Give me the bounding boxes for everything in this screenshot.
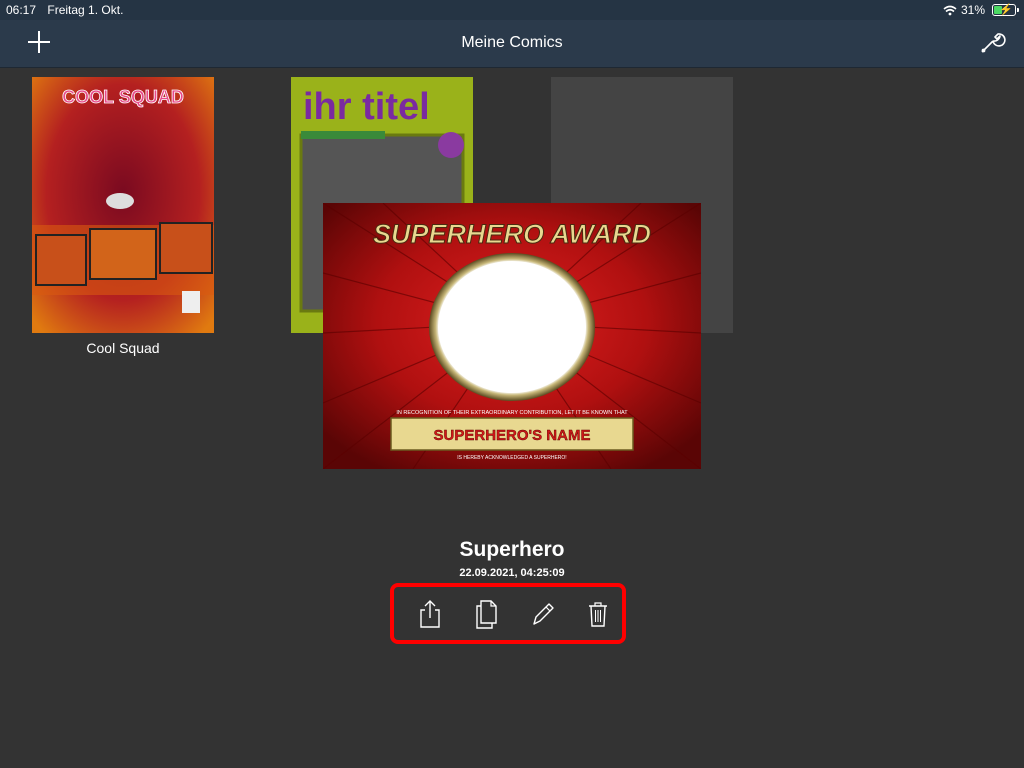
wifi-icon	[943, 5, 957, 15]
selected-comic-title: Superhero	[459, 538, 565, 561]
trash-icon[interactable]	[584, 599, 612, 629]
comic-label-cool-squad: Cool Squad	[86, 340, 160, 356]
page-title: Meine Comics	[461, 34, 563, 51]
selected-comic-preview[interactable]: SUPERHERO AWARD IN RECOGNITION OF THEIR …	[323, 203, 701, 469]
status-time: 06:17	[6, 3, 37, 17]
comic-thumbnail-cool-squad[interactable]: COOL SQUAD	[32, 77, 214, 333]
superhero-award-image: SUPERHERO AWARD IN RECOGNITION OF THEIR …	[323, 203, 701, 469]
navigation-bar: Meine Comics	[0, 20, 1024, 68]
comic-actions-toolbar	[390, 583, 626, 644]
selected-comic-timestamp: 22.09.2021, 04:25:09	[459, 567, 565, 579]
status-right: 31% ⚡	[943, 3, 1019, 17]
status-left: 06:17 Freitag 1. Okt.	[6, 3, 131, 17]
status-date: Freitag 1. Okt.	[47, 3, 124, 17]
battery-percent: 31%	[960, 3, 985, 17]
cool-squad-cover: COOL SQUAD	[32, 77, 214, 333]
award-footer-text: IS HEREBY ACKNOWLEDGED A SUPERHERO!	[457, 455, 566, 461]
battery-icon: ⚡	[992, 4, 1019, 16]
ihr-titel-cover-text: ihr titel	[303, 86, 430, 128]
edit-pencil-icon[interactable]	[528, 599, 556, 629]
duplicate-icon[interactable]	[472, 599, 500, 629]
award-recognition-text: IN RECOGNITION OF THEIR EXTRAORDINARY CO…	[396, 410, 628, 416]
wrench-icon[interactable]	[978, 28, 1006, 56]
cool-squad-cover-text: COOL SQUAD	[62, 87, 184, 107]
award-heading: SUPERHERO AWARD	[373, 219, 651, 249]
status-bar: 06:17 Freitag 1. Okt. 31% ⚡	[0, 0, 1024, 20]
award-name-text: SUPERHERO'S NAME	[434, 427, 591, 444]
share-icon[interactable]	[416, 599, 444, 629]
